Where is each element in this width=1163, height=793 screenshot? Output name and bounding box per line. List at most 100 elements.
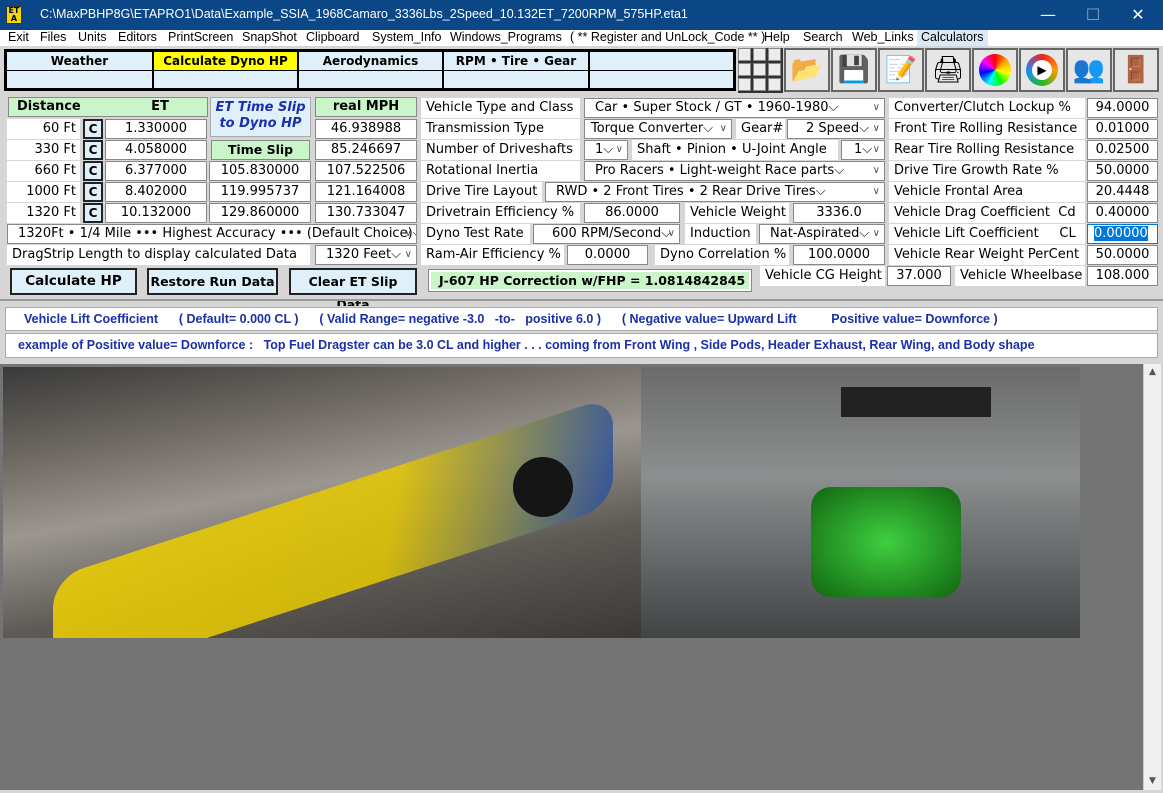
menu-help[interactable]: Help xyxy=(760,30,794,46)
et-input[interactable]: 8.402000 xyxy=(105,182,207,202)
vehicle-type-select[interactable]: Car • Super Stock / GT • 1960-1980 ∨ xyxy=(584,98,885,118)
rear-wing-shape xyxy=(841,387,991,417)
tab-calculate-dyno-hp[interactable]: Calculate Dyno HP xyxy=(153,51,298,71)
menu-snapshot[interactable]: SnapShot xyxy=(238,30,301,46)
vehicle-weight-input[interactable]: 3336.0 xyxy=(793,203,885,223)
transmission-select[interactable]: Torque Converter ∨ xyxy=(584,119,732,139)
front-rolling-resistance-label: Front Tire Rolling Resistance xyxy=(889,119,1085,139)
rear-weight-percent-label: Vehicle Rear Weight PerCent xyxy=(889,245,1085,265)
rotational-inertia-select[interactable]: Pro Racers • Light-weight Race parts ∨ xyxy=(584,161,885,181)
vehicle-type-value: Car • Super Stock / GT • 1960-1980 xyxy=(595,100,829,115)
real-mph-value: 107.522506 xyxy=(315,161,417,181)
rear-rolling-resistance-input[interactable]: 0.02500 xyxy=(1087,140,1158,160)
printer-icon[interactable]: 🖨 xyxy=(925,48,971,92)
tab-empty[interactable] xyxy=(589,51,734,71)
gear-select[interactable]: 2 Speed ∨ xyxy=(787,119,885,139)
rear-weight-percent-input[interactable]: 50.0000 xyxy=(1087,245,1158,265)
vertical-scrollbar[interactable]: ▲ ▼ xyxy=(1143,364,1161,790)
close-button[interactable]: ✕ xyxy=(1118,4,1158,26)
et-input[interactable]: 4.058000 xyxy=(105,140,207,160)
driveshafts-label: Number of Driveshafts xyxy=(421,140,580,160)
dragstrip-select[interactable]: 1320 Feet ∨ xyxy=(315,245,417,265)
tab-panel: Weather Calculate Dyno HP Aerodynamics R… xyxy=(4,49,736,91)
accuracy-select-value: 1320Ft • 1/4 Mile ••• Highest Accuracy •… xyxy=(18,226,413,241)
clear-row-button[interactable]: C xyxy=(83,161,103,181)
chevron-down-icon: ∨ xyxy=(872,144,880,155)
ram-air-efficiency-input[interactable]: 0.0000 xyxy=(567,245,648,265)
color-wheel-icon[interactable] xyxy=(972,48,1018,92)
menu-web-links[interactable]: Web_Links xyxy=(848,30,918,46)
minimize-button[interactable]: — xyxy=(1028,4,1068,26)
dyno-test-rate-select[interactable]: 600 RPM/Second ∨ xyxy=(533,224,680,244)
slip-mph-input[interactable]: 105.830000 xyxy=(209,161,311,181)
converter-lockup-input[interactable]: 94.0000 xyxy=(1087,98,1158,118)
clear-row-button[interactable]: C xyxy=(83,203,103,223)
drive-tire-layout-select[interactable]: RWD • 2 Front Tires • 2 Rear Drive Tires… xyxy=(545,182,885,202)
et-input[interactable]: 6.377000 xyxy=(105,161,207,181)
menu-editors[interactable]: Editors xyxy=(114,30,161,46)
image-area xyxy=(0,364,1143,790)
clear-row-button[interactable]: C xyxy=(83,119,103,139)
menu-system-info[interactable]: System_Info xyxy=(368,30,445,46)
wheelbase-label: Vehicle Wheelbase xyxy=(955,266,1085,286)
maximize-button[interactable]: ☐ xyxy=(1073,4,1113,26)
calculate-hp-button[interactable]: Calculate HP xyxy=(10,268,137,295)
accuracy-select[interactable]: 1320Ft • 1/4 Mile ••• Highest Accuracy •… xyxy=(7,224,417,244)
vehicle-weight-label: Vehicle Weight xyxy=(685,203,789,223)
users-icon[interactable]: 👥 xyxy=(1066,48,1112,92)
dyno-correlation-label: Dyno Correlation % xyxy=(655,245,789,265)
rear-tire-shape xyxy=(513,457,573,517)
frontal-area-input[interactable]: 20.4448 xyxy=(1087,182,1158,202)
drag-coefficient-input[interactable]: 0.40000 xyxy=(1087,203,1158,223)
dyno-correlation-input[interactable]: 100.0000 xyxy=(793,245,885,265)
slip-mph-input[interactable]: 119.995737 xyxy=(209,182,311,202)
tire-growth-input[interactable]: 50.0000 xyxy=(1087,161,1158,181)
open-folder-icon[interactable]: 📂 xyxy=(784,48,830,92)
clear-row-button[interactable]: C xyxy=(83,182,103,202)
media-play-icon[interactable]: ▶ xyxy=(1019,48,1065,92)
et-header: ET xyxy=(151,99,169,114)
ram-air-efficiency-label: Ram-Air Efficiency % xyxy=(421,245,564,265)
induction-select[interactable]: Nat-Aspirated ∨ xyxy=(759,224,885,244)
driveshafts-select[interactable]: 1 ∨ xyxy=(584,140,628,160)
yellow-dragster-shape xyxy=(53,396,613,638)
menu-search[interactable]: Search xyxy=(799,30,847,46)
save-disk-icon[interactable]: 💾 xyxy=(831,48,877,92)
tab-rpm-tire-gear[interactable]: RPM • Tire • Gear xyxy=(443,51,589,71)
menu-units[interactable]: Units xyxy=(74,30,110,46)
menu-clipboard[interactable]: Clipboard xyxy=(302,30,364,46)
exit-door-icon[interactable]: 🚪 xyxy=(1113,48,1159,92)
restore-run-data-button[interactable]: Restore Run Data xyxy=(147,268,278,295)
lift-coefficient-label: Vehicle Lift Coefficient CL xyxy=(889,224,1085,244)
lift-coefficient-input[interactable]: 0.00000 xyxy=(1087,224,1158,244)
tab-cell xyxy=(589,70,734,89)
tab-weather[interactable]: Weather xyxy=(6,51,153,71)
drive-tire-layout-label: Drive Tire Layout xyxy=(421,182,542,202)
front-rolling-resistance-input[interactable]: 0.01000 xyxy=(1087,119,1158,139)
et-input[interactable]: 10.132000 xyxy=(105,203,207,223)
wheelbase-input[interactable]: 108.000 xyxy=(1087,266,1158,286)
scroll-up-icon[interactable]: ▲ xyxy=(1144,364,1161,381)
notepad-icon[interactable]: 📝 xyxy=(878,48,924,92)
chevron-down-icon: ∨ xyxy=(615,144,623,155)
drivetrain-efficiency-input[interactable]: 86.0000 xyxy=(584,203,680,223)
scroll-down-icon[interactable]: ▼ xyxy=(1144,773,1161,790)
cg-height-input[interactable]: 37.000 xyxy=(887,266,951,286)
menu-printscreen[interactable]: PrintScreen xyxy=(164,30,237,46)
slip-mph-input[interactable]: 129.860000 xyxy=(209,203,311,223)
u-joint-angle-select[interactable]: 1 ∨ xyxy=(841,140,885,160)
menu-exit[interactable]: Exit xyxy=(4,30,33,46)
menu-files[interactable]: Files xyxy=(36,30,70,46)
real-mph-value: 85.246697 xyxy=(315,140,417,160)
menu-calculators[interactable]: Calculators xyxy=(917,30,988,46)
menu-register[interactable]: ( ** Register and UnLock_Code ** ) xyxy=(566,30,769,46)
menu-windows-programs[interactable]: Windows_Programs xyxy=(446,30,566,46)
grid-layout-icon[interactable] xyxy=(738,48,783,93)
et-input[interactable]: 1.330000 xyxy=(105,119,207,139)
clear-et-slip-data-button[interactable]: Clear ET Slip Data xyxy=(289,268,417,312)
tab-aerodynamics[interactable]: Aerodynamics xyxy=(298,51,443,71)
lift-coefficient-selected-text: 0.00000 xyxy=(1094,226,1148,241)
clear-row-button[interactable]: C xyxy=(83,140,103,160)
chevron-down-icon: ∨ xyxy=(872,165,880,176)
et-slip-title: ET Time Slip to Dyno HP xyxy=(210,97,311,137)
